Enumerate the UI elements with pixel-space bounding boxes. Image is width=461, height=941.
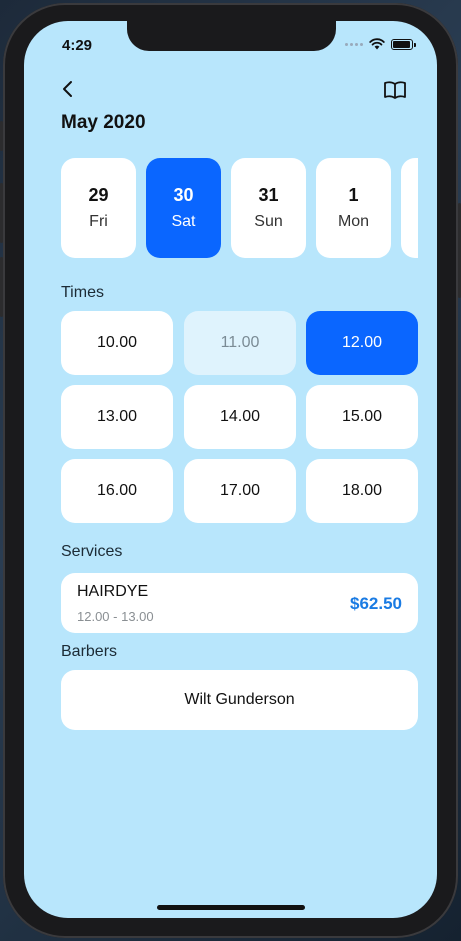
time-slot[interactable]: 16.00 — [61, 459, 173, 523]
time-slot[interactable]: 10.00 — [61, 311, 173, 375]
time-slot-disabled: 11.00 — [184, 311, 296, 375]
signal-icon — [345, 42, 363, 46]
service-name: HAIRDYE — [77, 583, 149, 600]
services-label: Services — [61, 543, 123, 560]
wifi-icon — [369, 38, 385, 50]
time-slot[interactable]: 15.00 — [306, 385, 418, 449]
mute-switch — [0, 121, 3, 151]
date-card[interactable]: 1 Mon — [316, 158, 391, 258]
time-slot-selected[interactable]: 12.00 — [306, 311, 418, 375]
barbers-label: Barbers — [61, 643, 118, 660]
date-card[interactable]: 31 Sun — [231, 158, 306, 258]
date-weekday: Fri — [89, 213, 108, 230]
volume-up-button — [0, 183, 3, 243]
date-number: 31 — [258, 185, 279, 205]
date-weekday: Mon — [337, 213, 370, 230]
time-slot[interactable]: 18.00 — [306, 459, 418, 523]
time-slot[interactable]: 17.00 — [184, 459, 296, 523]
date-card[interactable]: 29 Fri — [61, 158, 136, 258]
status-time: 4:29 — [62, 37, 93, 54]
status-indicators — [345, 38, 416, 50]
app-screen: 4:29 May 2020 29 Fri 30 Sat 31 Sun 1 Mon… — [24, 21, 437, 918]
month-title: May 2020 — [61, 112, 146, 133]
service-time-range: 12.00 - 13.00 — [77, 609, 154, 624]
bookings-button[interactable] — [382, 79, 408, 101]
time-slot[interactable]: 14.00 — [184, 385, 296, 449]
back-button[interactable] — [57, 77, 79, 101]
date-card-partial[interactable] — [401, 158, 418, 258]
notch — [127, 21, 336, 51]
home-indicator[interactable] — [157, 905, 305, 910]
chevron-left-icon — [63, 81, 72, 97]
time-slot[interactable]: 13.00 — [61, 385, 173, 449]
barber-selector[interactable]: Wilt Gunderson — [61, 670, 418, 730]
service-price: $62.50 — [350, 594, 402, 613]
times-label: Times — [61, 284, 104, 301]
volume-down-button — [0, 257, 3, 317]
date-weekday: Sat — [171, 213, 196, 230]
date-number: 29 — [88, 185, 109, 205]
date-number: 1 — [348, 185, 359, 205]
book-icon — [384, 81, 406, 99]
service-card[interactable]: HAIRDYE 12.00 - 13.00 $62.50 — [61, 573, 418, 633]
date-selector[interactable]: 29 Fri 30 Sat 31 Sun 1 Mon — [61, 158, 418, 258]
battery-icon — [391, 38, 416, 50]
date-number: 30 — [173, 185, 194, 205]
date-weekday: Sun — [254, 213, 283, 230]
date-card-selected[interactable]: 30 Sat — [146, 158, 221, 258]
